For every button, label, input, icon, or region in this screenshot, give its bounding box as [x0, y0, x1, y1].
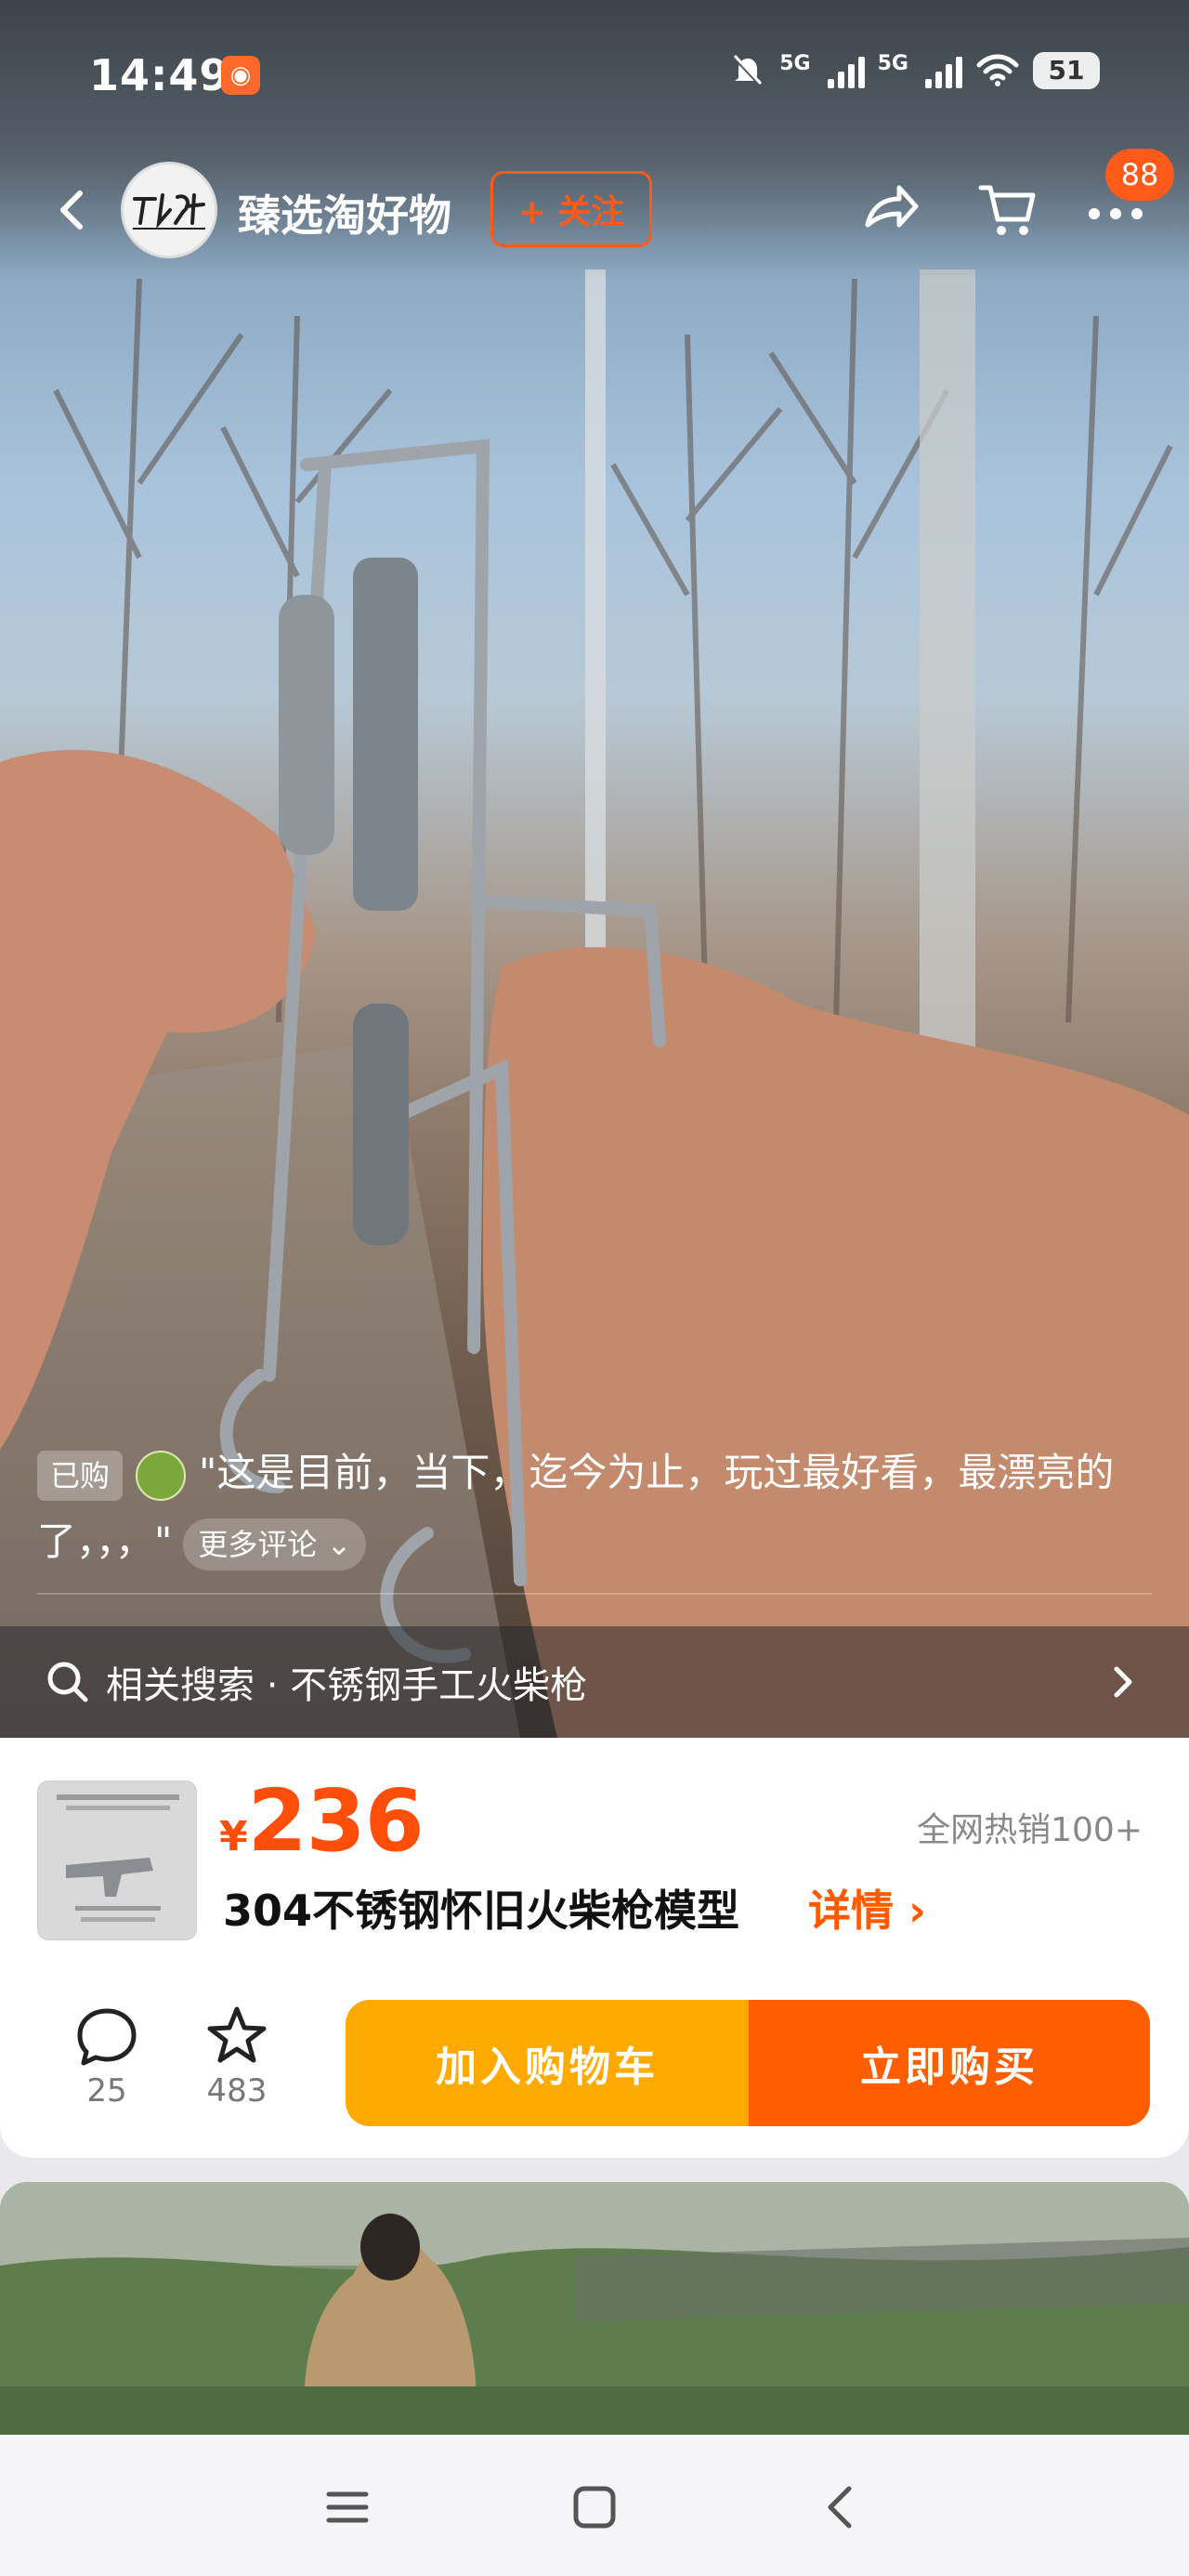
back-icon[interactable]: [45, 182, 100, 238]
price-value: 236: [247, 1771, 425, 1871]
home-icon[interactable]: [567, 2479, 622, 2535]
cart-icon[interactable]: [975, 177, 1040, 242]
commenter-avatar: [136, 1450, 187, 1501]
battery-indicator: 51: [1033, 52, 1100, 89]
product-thumbnail[interactable]: [37, 1781, 197, 1940]
shop-avatar[interactable]: [121, 162, 217, 258]
featured-comment[interactable]: 已购 "这是目前，当下，迄今为止，玩过最好看，最漂亮的了，，，" 更多评论 ⌄: [37, 1439, 1161, 1576]
signal-icon-2: [925, 53, 962, 88]
favorite-button[interactable]: 483: [195, 2004, 279, 2109]
product-card: ¥236 全网热销100+ 304不锈钢怀旧火柴枪模型 详情 › 25 483 …: [0, 1738, 1189, 2158]
chevron-down-icon: ⌄: [326, 1526, 352, 1562]
add-to-cart-button[interactable]: 加入购物车: [346, 2000, 749, 2126]
status-indicators: 5G 5G 51: [729, 52, 1100, 89]
recent-apps-icon[interactable]: [320, 2479, 375, 2535]
product-price: ¥236: [219, 1771, 425, 1871]
signal-icon-1: [827, 53, 865, 88]
chevron-right-icon: ›: [908, 1886, 926, 1936]
network-label-2: 5G: [877, 52, 908, 75]
currency-symbol: ¥: [219, 1813, 248, 1860]
more-comments-label: 更多评论: [198, 1526, 318, 1562]
shop-name[interactable]: 臻选淘好物: [238, 182, 451, 243]
comment-bubble-icon: [77, 2008, 137, 2066]
buy-now-button[interactable]: 立即购买: [749, 2000, 1150, 2126]
bought-tag: 已购: [37, 1450, 124, 1501]
divider: [37, 1593, 1152, 1595]
nav-back-icon[interactable]: [814, 2479, 869, 2535]
share-icon[interactable]: [858, 177, 923, 242]
search-icon: [47, 1662, 88, 1702]
network-label-1: 5G: [779, 52, 811, 75]
status-bar: 14:49 ◉ 5G 5G 51: [0, 37, 1189, 112]
mute-icon: [733, 54, 763, 87]
sales-count: 全网热销100+: [917, 1811, 1143, 1849]
system-nav-bar: [0, 2435, 1189, 2576]
favorite-count: 483: [206, 2072, 268, 2109]
shop-header: 臻选淘好物 + 关注 88: [0, 149, 1189, 269]
related-search-label: 相关搜索 · 不锈钢手工火柴枪: [106, 1664, 588, 1707]
status-time: 14:49: [89, 50, 230, 100]
more-comments-button[interactable]: 更多评论 ⌄: [183, 1518, 367, 1571]
comment-count: 25: [86, 2072, 127, 2109]
app-notification-icon: ◉: [221, 56, 260, 95]
star-icon: [207, 2006, 267, 2063]
details-label: 详情: [808, 1886, 894, 1936]
related-search-bar[interactable]: 相关搜索 · 不锈钢手工火柴枪: [0, 1626, 1189, 1738]
shop-logo-icon: [133, 193, 205, 230]
product-thumbnail-image: [38, 1781, 196, 1939]
next-video-image: [0, 2182, 1189, 2435]
comments-button[interactable]: 25: [65, 2004, 149, 2109]
details-link[interactable]: 详情 ›: [808, 1877, 926, 1939]
next-video-preview[interactable]: [0, 2182, 1189, 2435]
follow-button[interactable]: + 关注: [490, 171, 652, 247]
wifi-icon: [976, 54, 1019, 86]
notification-badge: 88: [1105, 149, 1174, 201]
chevron-right-icon: [1114, 1666, 1132, 1698]
product-title[interactable]: 304不锈钢怀旧火柴枪模型: [223, 1877, 739, 1939]
